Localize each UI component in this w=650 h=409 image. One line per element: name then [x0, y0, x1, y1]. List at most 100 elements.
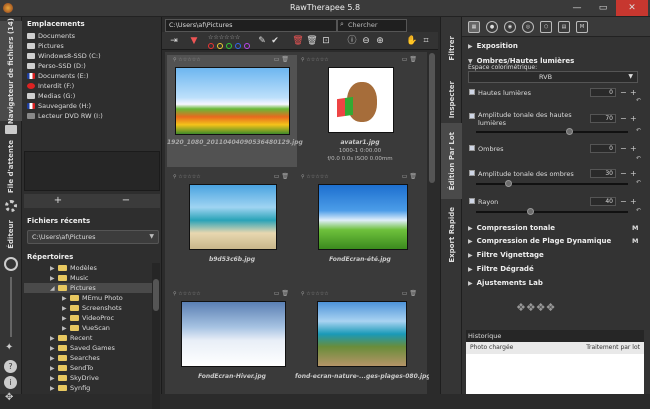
dynamic-range-section[interactable]: ▶ Compression de Plage Dynamique — [468, 237, 611, 245]
add-location-button[interactable]: + — [24, 194, 92, 208]
thumbnail-item[interactable]: ⚲ ☆☆☆☆☆ ▭ 🗑 FondEcran-été.jpg — [295, 172, 425, 284]
radius-reset-icon[interactable]: ↶ — [636, 207, 641, 214]
lab-adjustments-section[interactable]: ▶ Ajustements Lab — [468, 279, 543, 287]
trash-icon[interactable]: ▭ 🗑 — [274, 290, 289, 297]
tab-file-browser[interactable]: Navigateur de fichiers (14) — [0, 18, 22, 124]
trash-empty-icon[interactable]: ⊡ — [320, 35, 332, 47]
detail-tool-icon[interactable]: ● — [486, 21, 498, 33]
crop-icon[interactable]: ⌗ — [420, 35, 432, 47]
info-icon[interactable]: ⓘ — [346, 35, 358, 47]
expand-arrow-icon[interactable]: ▶ — [62, 325, 70, 332]
color-label-blue[interactable] — [235, 43, 241, 49]
hand-icon[interactable]: ✋ — [406, 35, 418, 47]
tab-editor[interactable]: Éditeur — [0, 215, 22, 253]
saved-icon[interactable]: ✔ — [269, 35, 281, 47]
close-button[interactable]: ✕ — [616, 0, 648, 16]
tree-item[interactable]: ▶ MEmu Photo — [24, 293, 152, 303]
expand-arrow-icon[interactable]: ▶ — [62, 305, 70, 312]
tree-item[interactable]: ▶ Searches — [24, 353, 152, 363]
search-input[interactable]: ⌕ Chercher — [337, 19, 407, 32]
rating-stars[interactable]: ⚲ ☆☆☆☆☆ — [173, 57, 201, 63]
vignette-section[interactable]: ▶ Filtre Vignettage — [468, 251, 544, 259]
thumbnail-item[interactable]: ⚲ ☆☆☆☆☆ ▭ 🗑 FondEcran-Hiver.jpg — [167, 289, 297, 401]
grid-scroll-thumb[interactable] — [429, 53, 435, 183]
tree-item[interactable]: ▶ Music — [24, 273, 152, 283]
highlights-minus[interactable]: − — [620, 88, 627, 97]
trash-restore-icon[interactable]: 🗑 — [306, 35, 318, 47]
crop-arrow-icon[interactable]: ⇥ — [168, 35, 180, 47]
edited-icon[interactable]: ✎ — [256, 35, 268, 47]
zoom-out-icon[interactable]: ⊖ — [360, 35, 372, 47]
thumbnail-item[interactable]: ⚲ ☆☆☆☆☆ ▭ 🗑 fond-ecran-nature-...ges-pla… — [295, 289, 431, 401]
meta-tool-icon[interactable]: M — [576, 21, 588, 33]
highlights-reset-icon[interactable]: ↶ — [636, 97, 641, 104]
tree-item[interactable]: ▶ Screenshots — [24, 303, 152, 313]
hl-range-reset-icon[interactable]: ↶ — [636, 127, 641, 134]
exposure-section[interactable]: ▶ Exposition — [468, 42, 518, 50]
tree-scroll-thumb[interactable] — [153, 279, 159, 311]
tree-item[interactable]: ▶ Saved Games — [24, 343, 152, 353]
filter-icon[interactable]: ▼ — [188, 35, 200, 47]
highlights-value[interactable]: 0 — [590, 88, 616, 97]
sparkle-icon[interactable]: ✦ — [5, 342, 13, 353]
rating-stars[interactable]: ⚲ ☆☆☆☆☆ — [301, 174, 329, 180]
shadows-plus[interactable]: + — [630, 144, 637, 153]
sh-range-minus[interactable]: − — [620, 169, 627, 178]
trash-icon[interactable]: ▭ 🗑 — [402, 173, 417, 180]
tree-item[interactable]: ▶ VueScan — [24, 323, 152, 333]
expand-arrow-icon[interactable]: ▶ — [50, 265, 58, 272]
radius-slider[interactable] — [476, 211, 628, 213]
location-item[interactable]: Pictures — [22, 41, 161, 51]
tab-inspect[interactable]: Inspecter — [441, 77, 463, 123]
help-icon[interactable]: ? — [4, 360, 17, 373]
rating-stars[interactable]: ⚲ ☆☆☆☆☆ — [173, 174, 201, 180]
expand-arrow-icon[interactable]: ▶ — [50, 375, 58, 382]
tree-item[interactable]: ▶ Modèles — [24, 263, 152, 273]
sh-range-plus[interactable]: + — [630, 169, 637, 178]
shadows-minus[interactable]: − — [620, 144, 627, 153]
expand-arrow-icon[interactable]: ▶ — [50, 385, 58, 392]
exposure-tool-icon[interactable]: ▦ — [468, 21, 480, 33]
highlights-checkbox[interactable] — [469, 89, 475, 95]
shadows-value[interactable]: 0 — [590, 144, 616, 153]
tree-item[interactable]: ▶ VideoProc — [24, 313, 152, 323]
expand-arrow-icon[interactable]: ▶ — [62, 295, 70, 302]
advanced-tool-icon[interactable]: ◎ — [522, 21, 534, 33]
sh-range-checkbox[interactable] — [469, 170, 475, 176]
rating-stars[interactable]: ⚲ ☆☆☆☆☆ — [173, 291, 201, 297]
radius-plus[interactable]: + — [630, 197, 637, 206]
expand-arrow-icon[interactable]: ▶ — [50, 335, 58, 342]
hl-range-plus[interactable]: + — [630, 114, 637, 123]
thumbnail-item[interactable]: ⚲ ☆☆☆☆☆ ▭ 🗑 avatar1.jpg 1000-1 0:00.00 f… — [295, 55, 425, 167]
tab-batch-edit[interactable]: Édition Par Lot — [441, 123, 463, 199]
rating-stars[interactable]: ☆☆☆☆☆☆ — [208, 34, 240, 41]
raw-tool-icon[interactable]: ▤ — [558, 21, 570, 33]
tree-item[interactable]: ▶ SendTo — [24, 363, 152, 373]
tree-item[interactable]: ▶ Recent — [24, 333, 152, 343]
gradient-section[interactable]: ▶ Filtre Dégradé — [468, 265, 534, 273]
path-input[interactable]: C:\Users\af\Pictures — [165, 19, 337, 32]
shadows-checkbox[interactable] — [469, 145, 475, 151]
location-item[interactable]: Medias (G:) — [22, 91, 161, 101]
rating-stars[interactable]: ⚲ ☆☆☆☆☆ — [301, 57, 329, 63]
sh-range-slider[interactable] — [476, 183, 628, 185]
expand-arrow-icon[interactable]: ▶ — [62, 315, 70, 322]
hl-range-slider[interactable] — [476, 131, 628, 133]
recent-files-combo[interactable]: C:\Users\af\Pictures ▼ — [27, 230, 159, 244]
hl-range-value[interactable]: 70 — [590, 114, 616, 123]
thumbnail-item[interactable]: ⚲ ☆☆☆☆☆ ▭ 🗑 1920_1080_201104040905364801… — [167, 55, 303, 167]
color-label-green[interactable] — [226, 43, 232, 49]
location-item[interactable]: Documents (E:) — [22, 71, 161, 81]
tab-quick-export[interactable]: Export Rapide — [441, 201, 463, 269]
remove-location-button[interactable]: − — [92, 194, 160, 208]
tab-filter[interactable]: Filtrer — [441, 23, 463, 73]
location-item[interactable]: Lecteur DVD RW (I:) — [22, 111, 161, 121]
sh-range-value[interactable]: 30 — [590, 169, 616, 178]
tone-compression-section[interactable]: ▶ Compression tonale — [468, 224, 555, 232]
info-icon[interactable]: i — [4, 376, 17, 389]
rating-stars[interactable]: ⚲ ☆☆☆☆☆ — [301, 291, 329, 297]
shadows-reset-icon[interactable]: ↶ — [636, 155, 641, 162]
location-item[interactable]: Sauvegarde (H:) — [22, 101, 161, 111]
zoom-in-icon[interactable]: ⊕ — [374, 35, 386, 47]
color-label-red[interactable] — [208, 43, 214, 49]
